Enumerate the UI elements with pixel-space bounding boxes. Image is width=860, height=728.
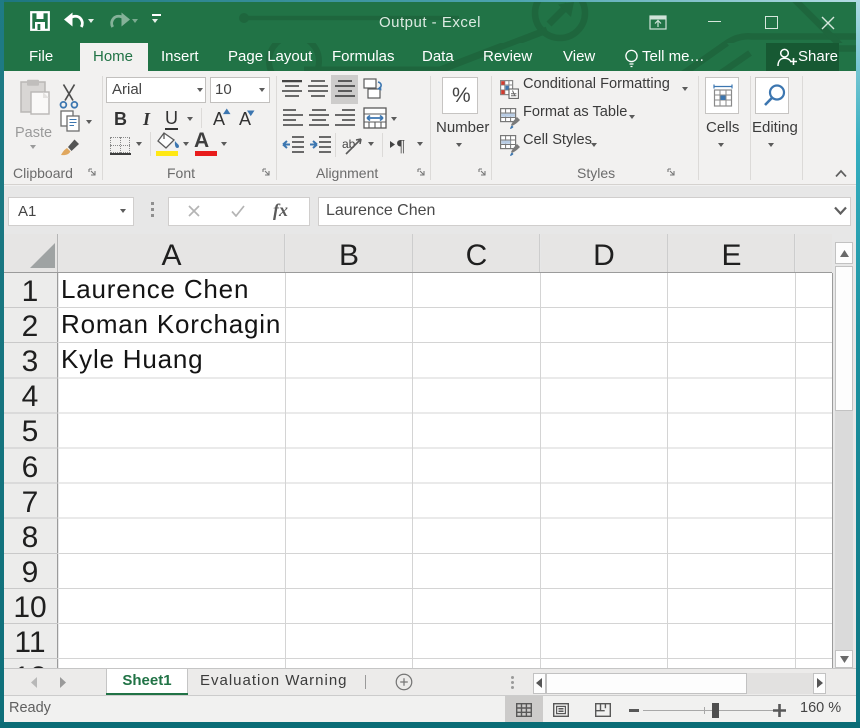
svg-text:ab: ab [342, 137, 356, 151]
svg-text:¶: ¶ [397, 136, 405, 154]
